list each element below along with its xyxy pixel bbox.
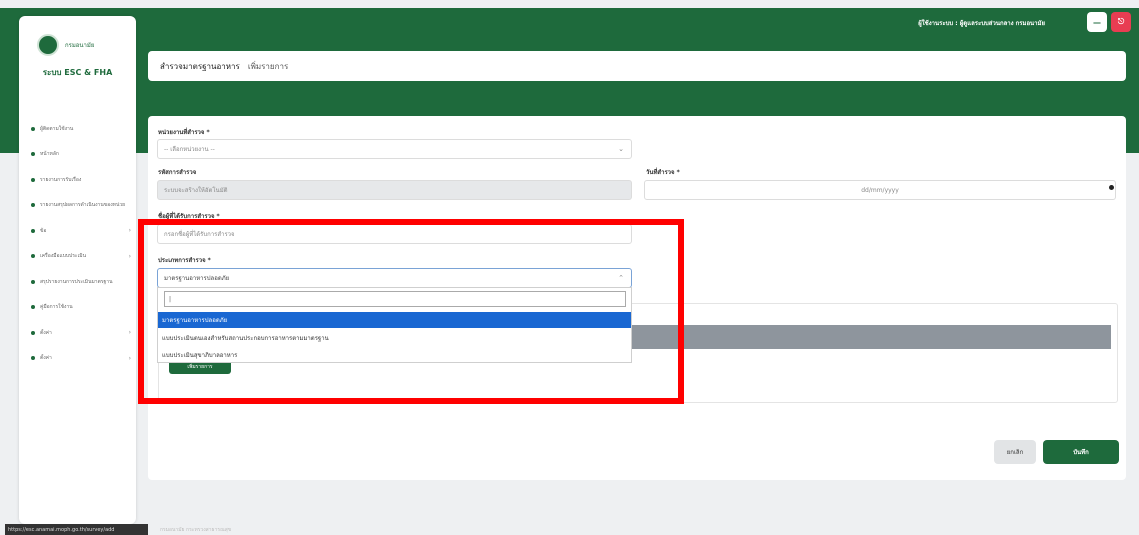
calendar-icon[interactable] — [1109, 185, 1114, 190]
code-field: ระบบจะสร้างให้อัตโนมัติ — [157, 180, 632, 200]
sidebar-item[interactable]: ตั้งค่า › — [31, 320, 131, 346]
sidebar-item-label: เครื่องมือแบบประเมิน — [40, 253, 87, 260]
dropdown-option[interactable]: มาตรฐานอาหารปลอดภัย — [158, 312, 631, 328]
sidebar-menu: ผู้ติดตามใช้งานหน้าหลักรายงานการรับเรื่อ… — [31, 116, 131, 371]
type-dropdown: | มาตรฐานอาหารปลอดภัย แบบประเมินตนเองสำห… — [157, 287, 632, 363]
save-button[interactable]: บันทึก — [1043, 440, 1119, 464]
chevron-down-icon: ⌄ — [618, 145, 624, 153]
sidebar-item-label: รายงานการรับเรื่อง — [40, 176, 82, 183]
sidebar-item-label: ตั้งค่า — [40, 329, 52, 336]
brand-title: ระบบ ESC & FHA — [42, 68, 113, 77]
date-field[interactable]: dd/mm/yyyy — [644, 180, 1116, 200]
breadcrumb-section[interactable]: สำรวจมาตรฐานอาหาร — [160, 60, 240, 73]
code-label: รหัสการสำรวจ — [158, 169, 197, 176]
menu-dot-icon — [31, 177, 35, 182]
ministry-logo-icon — [37, 34, 59, 56]
sidebar-item[interactable]: ตั้งค่า › — [31, 346, 131, 372]
menu-dot-icon — [31, 305, 35, 310]
date-label: วันที่สำรวจ * — [646, 169, 680, 176]
sidebar-item[interactable]: ข้อ › — [31, 218, 131, 244]
chevron-right-icon: › — [128, 329, 131, 337]
table-header-bar — [632, 325, 1111, 349]
menu-dot-icon — [31, 126, 35, 131]
unit-select-value: -- เลือกหน่วยงาน -- — [164, 146, 215, 153]
sidebar-item-label: คู่มือการใช้งาน — [40, 304, 73, 311]
unit-select[interactable]: -- เลือกหน่วยงาน -- ⌄ — [157, 139, 632, 159]
chevron-right-icon: › — [128, 252, 131, 260]
cancel-button[interactable]: ยกเลิก — [994, 440, 1036, 464]
sidebar-item-label: สรุปรายงานการประเมินมาตรฐาน — [40, 278, 113, 285]
dropdown-search-input[interactable]: | — [164, 291, 626, 307]
breadcrumb-current: เพิ่มรายการ — [247, 61, 289, 71]
logo[interactable]: กรมอนามัย — [37, 34, 94, 56]
type-label: ประเภทการสำรวจ * — [158, 257, 211, 264]
chevron-up-icon: ⌃ — [618, 274, 624, 282]
sidebar-item[interactable]: สรุปรายงานการประเมินมาตรฐาน — [31, 269, 131, 295]
name-placeholder: กรอกชื่อผู้ที่ได้รับการสำรวจ — [164, 231, 235, 238]
footer-text: กรมอนามัย กระทรวงสาธารณสุข — [160, 527, 232, 533]
status-url-bar: https://esc.anamai.moph.go.th/survey/add — [5, 524, 148, 535]
sidebar-item-label: ตั้งค่า — [40, 355, 52, 362]
chevron-right-icon: › — [128, 354, 131, 362]
menu-dot-icon — [31, 279, 35, 284]
sidebar-item-label: ผู้ติดตามใช้งาน — [40, 125, 74, 132]
menu-dot-icon — [31, 152, 35, 157]
menu-dot-icon — [31, 203, 35, 208]
dropdown-option[interactable]: แบบประเมินสุขาภิบาลอาหาร — [158, 347, 631, 363]
menu-dot-icon — [31, 356, 35, 361]
sidebar-item[interactable]: เครื่องมือแบบประเมิน › — [31, 244, 131, 270]
type-select[interactable]: มาตรฐานอาหารปลอดภัย ⌃ — [157, 268, 632, 288]
logout-button[interactable]: ⎋ — [1111, 12, 1131, 32]
menu-dot-icon — [31, 330, 35, 335]
sidebar-item[interactable]: รายงานการรับเรื่อง — [31, 167, 131, 193]
type-select-value: มาตรฐานอาหารปลอดภัย — [164, 275, 230, 282]
sidebar-item[interactable]: ผู้ติดตามใช้งาน — [31, 116, 131, 142]
sidebar-item-label: รายงานสรุปผลการดำเนินงานของหน่วย — [40, 202, 126, 209]
sidebar-item[interactable]: รายงานสรุปผลการดำเนินงานของหน่วย — [31, 193, 131, 219]
user-info-text: ผู้ใช้งานระบบ : ผู้ดูแลระบบส่วนกลาง กรมอ… — [918, 20, 1045, 27]
menu-dot-icon — [31, 254, 35, 259]
code-value: ระบบจะสร้างให้อัตโนมัติ — [164, 187, 228, 194]
name-label: ชื่อผู้ที่ได้รับการสำรวจ * — [158, 213, 220, 220]
sidebar-item-label: ข้อ — [40, 227, 47, 234]
logo-text: กรมอนามัย — [65, 42, 95, 49]
minimize-button[interactable]: — — [1087, 12, 1107, 32]
chevron-right-icon: › — [128, 227, 131, 235]
dropdown-option[interactable]: แบบประเมินตนเองสำหรับสถานประกอบการอาหารต… — [158, 330, 631, 346]
unit-label: หน่วยงานที่สำรวจ * — [158, 129, 210, 136]
sidebar-item[interactable]: คู่มือการใช้งาน — [31, 295, 131, 321]
breadcrumb: สำรวจมาตรฐานอาหาร เพิ่มรายการ — [148, 51, 1126, 81]
name-input[interactable]: กรอกชื่อผู้ที่ได้รับการสำรวจ — [157, 224, 632, 244]
date-value: dd/mm/yyyy — [861, 186, 899, 194]
menu-dot-icon — [31, 228, 35, 233]
sidebar: กรมอนามัย ระบบ ESC & FHA ผู้ติดตามใช้งาน… — [19, 16, 136, 524]
sidebar-item-label: หน้าหลัก — [40, 151, 59, 158]
sidebar-item[interactable]: หน้าหลัก — [31, 142, 131, 168]
